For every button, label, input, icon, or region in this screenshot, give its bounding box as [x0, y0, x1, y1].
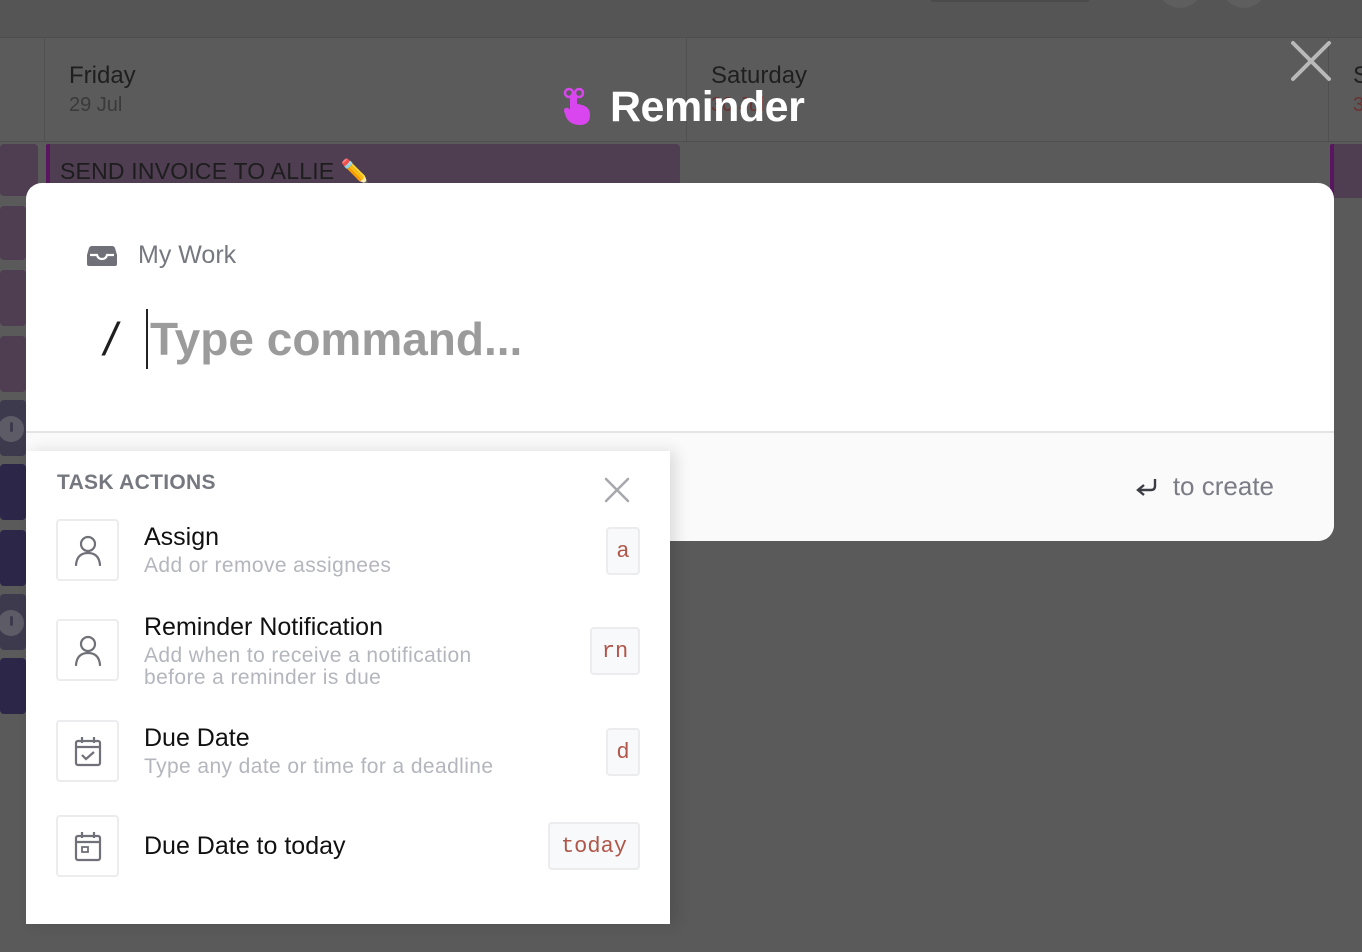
calendar-check-icon: [74, 737, 101, 767]
shortcut-key: today: [548, 822, 640, 870]
calendar-event[interactable]: [0, 336, 26, 392]
action-icon-box: [56, 519, 119, 581]
calendar-event[interactable]: [0, 658, 26, 714]
command-card-top: My Work /: [26, 183, 1334, 431]
action-title: Reminder Notification: [144, 613, 383, 641]
app-top-bar: [0, 0, 1362, 38]
event-title: SEND INVOICE TO ALLIE ✏️: [60, 158, 370, 184]
day-name: Friday: [69, 62, 136, 89]
action-icon-box: [56, 815, 119, 877]
day-date: 29 Jul: [69, 94, 123, 116]
action-title: Due Date: [144, 724, 250, 752]
clock-icon: [0, 610, 24, 636]
command-row: /: [104, 309, 1046, 369]
task-action-assign[interactable]: Assign Add or remove assignees a: [56, 519, 640, 583]
action-title: Assign: [144, 523, 220, 551]
calendar-event[interactable]: [0, 270, 26, 326]
action-icon-box: [56, 720, 119, 782]
finger-with-ribbon-icon: [563, 87, 590, 125]
clock-icon: [0, 416, 24, 442]
task-actions-header: TASK ACTIONS: [57, 471, 216, 494]
user-icon: [74, 635, 101, 666]
calendar-today-icon: [74, 832, 101, 862]
return-key-icon: [1135, 478, 1157, 496]
task-actions-menu: TASK ACTIONS Assign Add or remove assign…: [26, 451, 670, 924]
workspace-selector[interactable]: My Work: [86, 241, 236, 270]
action-description: Add when to receive a notification befor…: [144, 644, 472, 689]
shortcut-key: a: [606, 527, 640, 575]
task-action-due-date-today[interactable]: Due Date to today today: [56, 815, 640, 879]
shortcut-key: d: [606, 728, 640, 776]
task-action-reminder-notification[interactable]: Reminder Notification Add when to receiv…: [56, 613, 640, 689]
top-bar-button[interactable]: [1224, 0, 1264, 8]
action-description: Type any date or time for a deadline: [144, 755, 494, 778]
calendar-event[interactable]: [0, 594, 26, 650]
modal-title: Reminder: [560, 82, 805, 132]
calendar-event[interactable]: [0, 206, 26, 260]
calendar-event[interactable]: [0, 464, 26, 520]
top-bar-button[interactable]: [1160, 0, 1200, 8]
shortcut-key: rn: [590, 627, 640, 675]
calendar-event[interactable]: [0, 530, 26, 586]
create-hint: to create: [1135, 471, 1274, 502]
inbox-tray-icon: [87, 245, 117, 266]
close-modal-icon[interactable]: [1288, 38, 1334, 84]
action-title: Due Date to today: [144, 832, 346, 860]
top-bar-blurred-text: [930, 0, 1090, 2]
workspace-label: My Work: [138, 241, 237, 269]
modal-title-text: Reminder: [610, 82, 805, 131]
calendar-event[interactable]: [0, 400, 26, 456]
task-action-due-date[interactable]: Due Date Type any date or time for a dea…: [56, 720, 640, 784]
user-icon: [74, 535, 101, 566]
command-prefix: /: [104, 313, 117, 365]
action-icon-box: [56, 619, 119, 681]
calendar-event[interactable]: [1330, 144, 1362, 198]
day-name: S: [1353, 62, 1362, 89]
command-input[interactable]: [146, 309, 1046, 369]
create-hint-text: to create: [1172, 471, 1274, 501]
action-description: Add or remove assignees: [144, 554, 392, 577]
day-date: 3: [1353, 94, 1362, 116]
close-menu-icon[interactable]: [602, 475, 632, 505]
